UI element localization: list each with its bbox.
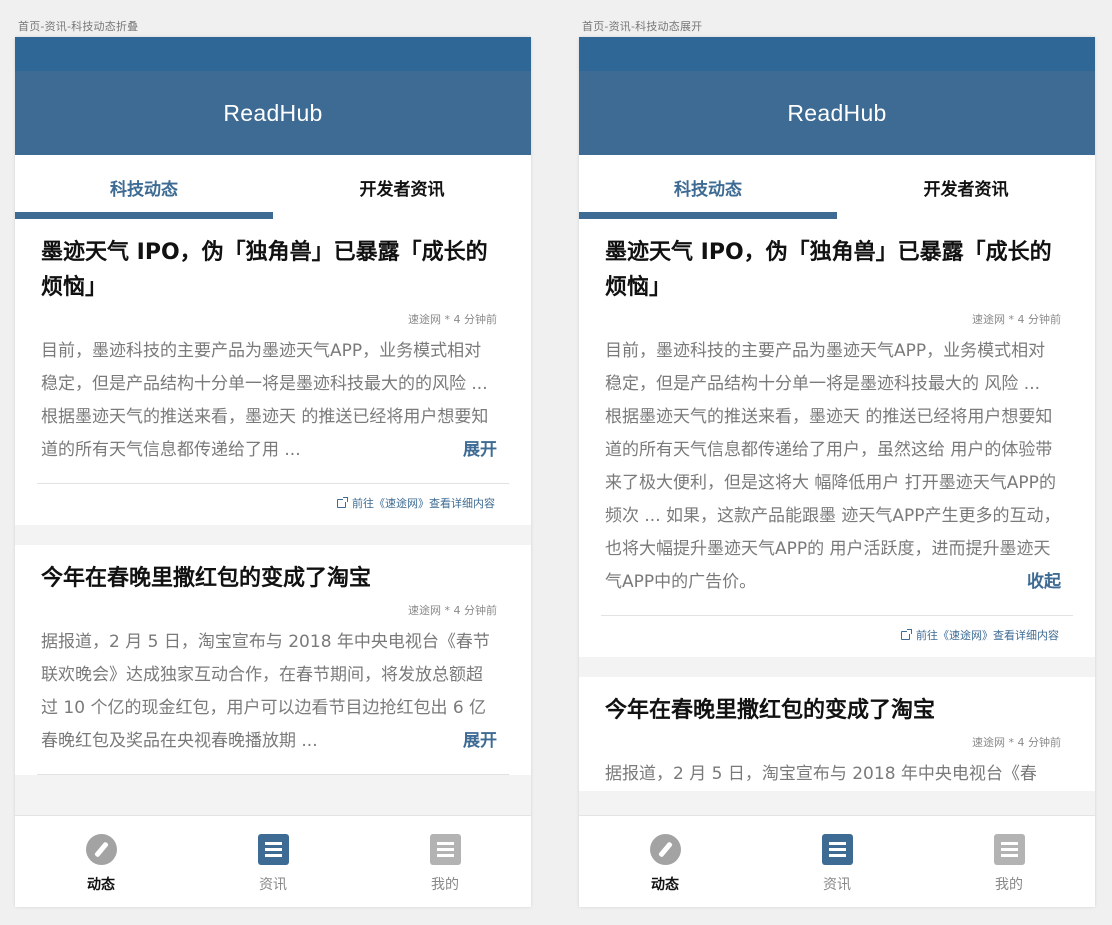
news-card[interactable]: 今年在春晚里撒红包的变成了淘宝 速途网 * 4 分钟前 据报道，2 月 5 日，… xyxy=(579,677,1095,791)
list-icon xyxy=(993,834,1025,865)
news-meta: 速途网 * 4 分钟前 xyxy=(972,736,1061,749)
news-summary-text: 目前，墨迹科技的主要产品为墨迹天气APP，业务模式相对稳定，但是产品结构十分单一… xyxy=(605,341,1061,592)
tab-bar: 科技动态 开发者资讯 xyxy=(15,155,531,219)
nav-item-feed[interactable]: 动态 xyxy=(579,816,751,907)
bottom-nav: 动态 资讯 我的 xyxy=(579,815,1095,907)
nav-item-news[interactable]: 资讯 xyxy=(187,816,359,907)
tab-developer-news[interactable]: 开发者资讯 xyxy=(837,155,1095,219)
tab-tech-news[interactable]: 科技动态 xyxy=(15,155,273,219)
nav-label: 动态 xyxy=(651,877,679,893)
app-title: ReadHub xyxy=(223,99,323,126)
tab-tech-news[interactable]: 科技动态 xyxy=(579,155,837,219)
external-link-icon xyxy=(337,497,348,508)
news-card[interactable]: 墨迹天气 IPO，伪「独角兽」已暴露「成长的烦恼」 速途网 * 4 分钟前 目前… xyxy=(579,219,1095,657)
collapse-button[interactable]: 收起 xyxy=(1017,566,1061,599)
source-link-label: 前往《速途网》查看详细内容 xyxy=(352,497,495,510)
news-card[interactable]: 今年在春晚里撒红包的变成了淘宝 速途网 * 4 分钟前 据报道，2 月 5 日，… xyxy=(15,545,531,775)
phone-collapsed: ReadHub 科技动态 开发者资讯 墨迹天气 IPO，伪「独角兽」已暴露「成长… xyxy=(15,37,531,907)
nav-label: 动态 xyxy=(87,877,115,893)
list-icon xyxy=(257,834,289,865)
compass-icon xyxy=(649,834,681,865)
app-header: ReadHub xyxy=(15,71,531,155)
news-summary-text: 目前，墨迹科技的主要产品为墨迹天气APP，业务模式相对稳定，但是产品结构十分单一… xyxy=(41,341,489,460)
app-header: ReadHub xyxy=(579,71,1095,155)
news-summary: 目前，墨迹科技的主要产品为墨迹天气APP，业务模式相对稳定，但是产品结构十分单一… xyxy=(605,335,1069,599)
news-title[interactable]: 墨迹天气 IPO，伪「独角兽」已暴露「成长的烦恼」 xyxy=(41,235,505,305)
external-link-icon xyxy=(901,629,912,640)
news-feed[interactable]: 墨迹天气 IPO，伪「独角兽」已暴露「成长的烦恼」 速途网 * 4 分钟前 目前… xyxy=(15,219,531,815)
news-summary: 目前，墨迹科技的主要产品为墨迹天气APP，业务模式相对稳定，但是产品结构十分单一… xyxy=(41,335,505,467)
news-meta: 速途网 * 4 分钟前 xyxy=(408,313,497,326)
nav-item-mine[interactable]: 我的 xyxy=(923,816,1095,907)
news-summary-text: 据报道，2 月 5 日，淘宝宣布与 2018 年中央电视台《春节联欢晚会》达成独… xyxy=(41,632,490,751)
nav-label: 资讯 xyxy=(259,877,287,893)
frame-caption-collapsed: 首页-资讯-科技动态折叠 xyxy=(18,20,139,33)
nav-label: 资讯 xyxy=(823,877,851,893)
phone-expanded: ReadHub 科技动态 开发者资讯 墨迹天气 IPO，伪「独角兽」已暴露「成长… xyxy=(579,37,1095,907)
source-link[interactable]: 前往《速途网》查看详细内容 xyxy=(41,484,505,525)
source-link[interactable]: 前往《速途网》查看详细内容 xyxy=(605,616,1069,657)
news-title[interactable]: 今年在春晚里撒红包的变成了淘宝 xyxy=(41,561,505,596)
nav-item-feed[interactable]: 动态 xyxy=(15,816,187,907)
nav-item-news[interactable]: 资讯 xyxy=(751,816,923,907)
status-bar xyxy=(15,37,531,71)
news-meta: 速途网 * 4 分钟前 xyxy=(408,604,497,617)
expand-button[interactable]: 展开 xyxy=(453,434,497,467)
app-title: ReadHub xyxy=(787,99,887,126)
news-meta: 速途网 * 4 分钟前 xyxy=(972,313,1061,326)
news-summary: 据报道，2 月 5 日，淘宝宣布与 2018 年中央电视台《春 xyxy=(605,758,1069,791)
bottom-nav: 动态 资讯 我的 xyxy=(15,815,531,907)
news-summary-text: 据报道，2 月 5 日，淘宝宣布与 2018 年中央电视台《春 xyxy=(605,764,1037,784)
nav-label: 我的 xyxy=(431,877,459,893)
list-icon xyxy=(429,834,461,865)
nav-item-mine[interactable]: 我的 xyxy=(359,816,531,907)
news-feed[interactable]: 墨迹天气 IPO，伪「独角兽」已暴露「成长的烦恼」 速途网 * 4 分钟前 目前… xyxy=(579,219,1095,815)
news-title[interactable]: 今年在春晚里撒红包的变成了淘宝 xyxy=(605,693,1069,728)
tab-bar: 科技动态 开发者资讯 xyxy=(579,155,1095,219)
news-title[interactable]: 墨迹天气 IPO，伪「独角兽」已暴露「成长的烦恼」 xyxy=(605,235,1069,305)
list-icon xyxy=(821,834,853,865)
status-bar xyxy=(579,37,1095,71)
expand-button[interactable]: 展开 xyxy=(453,725,497,758)
frame-caption-expanded: 首页-资讯-科技动态展开 xyxy=(582,20,703,33)
news-card[interactable]: 墨迹天气 IPO，伪「独角兽」已暴露「成长的烦恼」 速途网 * 4 分钟前 目前… xyxy=(15,219,531,525)
compass-icon xyxy=(85,834,117,865)
nav-label: 我的 xyxy=(995,877,1023,893)
card-divider xyxy=(37,774,509,775)
news-summary: 据报道，2 月 5 日，淘宝宣布与 2018 年中央电视台《春节联欢晚会》达成独… xyxy=(41,626,505,758)
tab-developer-news[interactable]: 开发者资讯 xyxy=(273,155,531,219)
source-link-label: 前往《速途网》查看详细内容 xyxy=(916,629,1059,642)
